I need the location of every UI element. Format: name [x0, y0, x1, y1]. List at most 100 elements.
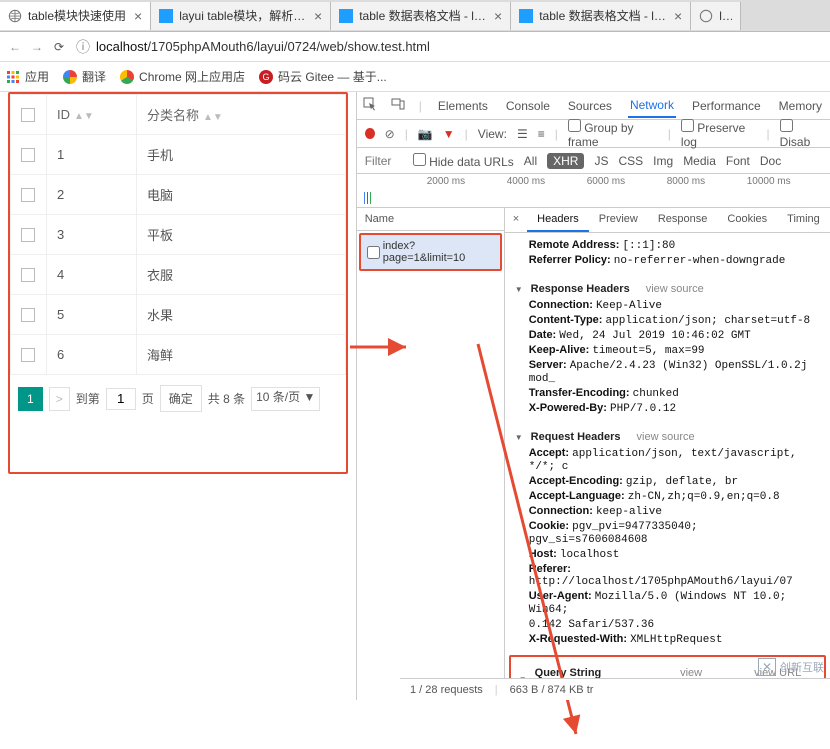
filter-js[interactable]: JS — [594, 154, 608, 168]
forward-button[interactable]: → — [26, 36, 48, 58]
view-source-link[interactable]: view source — [646, 283, 704, 295]
apps-button[interactable]: 应用 — [6, 68, 49, 85]
cell-id: 3 — [47, 215, 137, 255]
headers-tab[interactable]: Headers — [527, 208, 589, 232]
browser-tab-4[interactable]: loca — [691, 2, 741, 30]
apps-label: 应用 — [25, 68, 49, 85]
devtools-tab-network[interactable]: Network — [628, 94, 676, 118]
group-by-frame-checkbox[interactable]: Group by frame — [568, 119, 658, 149]
filter-all[interactable]: All — [524, 154, 537, 168]
url-display[interactable]: localhost/1705phpAMouth6/layui/0724/web/… — [96, 39, 430, 54]
request-headers-section: Request Headersview source Accept: appli… — [505, 421, 830, 652]
table-row[interactable]: 2电脑 — [11, 175, 346, 215]
filter-font[interactable]: Font — [726, 154, 750, 168]
reload-button[interactable]: ⟳ — [48, 36, 70, 58]
disable-cache-checkbox[interactable]: Disab — [780, 119, 822, 149]
gitee-bookmark[interactable]: G 码云 Gitee — 基于... — [259, 68, 387, 85]
devtools-tab-performance[interactable]: Performance — [690, 95, 763, 117]
view-source-link[interactable]: view source — [637, 431, 695, 443]
layui-icon — [519, 9, 533, 23]
hide-data-urls-checkbox[interactable]: Hide data URLs — [413, 153, 514, 169]
row-checkbox[interactable] — [11, 215, 47, 255]
table-row[interactable]: 6海鲜 — [11, 335, 346, 375]
tab-title: table 数据表格文档 - layui — [359, 7, 486, 24]
close-icon[interactable]: × — [314, 8, 322, 24]
checkbox-header[interactable] — [11, 95, 47, 135]
cell-id: 6 — [47, 335, 137, 375]
info-icon[interactable]: ⓘ — [76, 37, 90, 57]
request-list: Name index?page=1&limit=10 — [357, 208, 505, 700]
close-icon[interactable]: × — [134, 8, 142, 24]
browser-tab-1[interactable]: layui table模块，解析任意数据 × — [151, 2, 331, 30]
request-checkbox[interactable] — [367, 246, 380, 259]
chrome-icon — [120, 70, 134, 84]
sort-icon[interactable]: ▲▼ — [203, 115, 223, 121]
cookies-tab[interactable]: Cookies — [717, 208, 777, 232]
cell-name: 平板 — [137, 215, 346, 255]
apps-icon — [6, 70, 20, 84]
clear-icon[interactable]: ⊘ — [385, 127, 395, 141]
tab-title: loca — [719, 9, 732, 23]
cell-name: 电脑 — [137, 175, 346, 215]
table-row[interactable]: 5水果 — [11, 295, 346, 335]
close-details-button[interactable]: × — [505, 208, 527, 232]
page-input[interactable] — [106, 388, 136, 410]
row-checkbox[interactable] — [11, 135, 47, 175]
view-large-icon[interactable]: ☰ — [517, 127, 528, 141]
browser-tab-0[interactable]: table模块快速使用 × — [0, 2, 151, 30]
confirm-button[interactable]: 确定 — [160, 385, 202, 412]
filter-icon[interactable]: ▼ — [443, 127, 455, 141]
devtools-tab-sources[interactable]: Sources — [566, 95, 614, 117]
cell-id: 5 — [47, 295, 137, 335]
sort-icon[interactable]: ▲▼ — [74, 114, 94, 120]
request-headers-toggle[interactable]: Request Headersview source — [515, 431, 820, 443]
filter-xhr[interactable]: XHR — [547, 153, 584, 169]
filter-input[interactable] — [365, 154, 403, 168]
devtools-tab-console[interactable]: Console — [504, 95, 552, 117]
globe-icon — [8, 9, 22, 23]
id-header[interactable]: ID▲▼ — [47, 95, 137, 135]
response-headers-toggle[interactable]: Response Headersview source — [515, 283, 820, 295]
network-toolbar: ⊘ | 📷 ▼ | View: ☰ ≡ | Group by frame | P… — [357, 120, 830, 148]
chrome-store-bookmark[interactable]: Chrome 网上应用店 — [120, 68, 245, 85]
page-current[interactable]: 1 — [18, 387, 43, 411]
filter-css[interactable]: CSS — [618, 154, 643, 168]
device-icon[interactable] — [391, 97, 405, 114]
row-checkbox[interactable] — [11, 255, 47, 295]
network-timeline[interactable]: 2000 ms 4000 ms 6000 ms 8000 ms 10000 ms — [357, 174, 830, 208]
close-icon[interactable]: × — [494, 8, 502, 24]
table-row[interactable]: 4衣服 — [11, 255, 346, 295]
view-small-icon[interactable]: ≡ — [538, 127, 545, 141]
name-header[interactable]: 分类名称▲▼ — [137, 95, 346, 135]
browser-tab-2[interactable]: table 数据表格文档 - layui × — [331, 2, 511, 30]
filter-img[interactable]: Img — [653, 154, 673, 168]
filter-doc[interactable]: Doc — [760, 154, 781, 168]
translate-bookmark[interactable]: 翻译 — [63, 68, 106, 85]
close-icon[interactable]: × — [674, 8, 682, 24]
request-url: index?page=1&limit=10 — [383, 240, 494, 264]
table-row[interactable]: 3平板 — [11, 215, 346, 255]
record-button[interactable] — [365, 128, 375, 139]
name-column-header[interactable]: Name — [357, 208, 504, 231]
browser-tab-3[interactable]: table 数据表格文档 - layui × — [511, 2, 691, 30]
row-checkbox[interactable] — [11, 295, 47, 335]
devtools-panel: | Elements Console Sources Network Perfo… — [356, 92, 830, 700]
table-row[interactable]: 1手机 — [11, 135, 346, 175]
devtools-tab-elements[interactable]: Elements — [436, 95, 490, 117]
preserve-log-checkbox[interactable]: Preserve log — [681, 119, 757, 149]
filter-media[interactable]: Media — [683, 154, 716, 168]
preview-tab[interactable]: Preview — [589, 208, 648, 232]
inspect-icon[interactable] — [363, 97, 377, 114]
page-next[interactable]: > — [49, 387, 70, 411]
camera-icon[interactable]: 📷 — [418, 127, 433, 141]
row-checkbox[interactable] — [11, 335, 47, 375]
devtools-tab-memory[interactable]: Memory — [777, 95, 824, 117]
request-row[interactable]: index?page=1&limit=10 — [359, 233, 502, 271]
timing-tab[interactable]: Timing — [777, 208, 830, 232]
response-tab[interactable]: Response — [648, 208, 718, 232]
row-checkbox[interactable] — [11, 175, 47, 215]
watermark-icon: ✕ — [758, 658, 776, 676]
per-page-select[interactable]: 10 条/页 ▼ — [251, 387, 320, 411]
timeline-tick: 8000 ms — [667, 176, 705, 187]
back-button[interactable]: ← — [4, 36, 26, 58]
